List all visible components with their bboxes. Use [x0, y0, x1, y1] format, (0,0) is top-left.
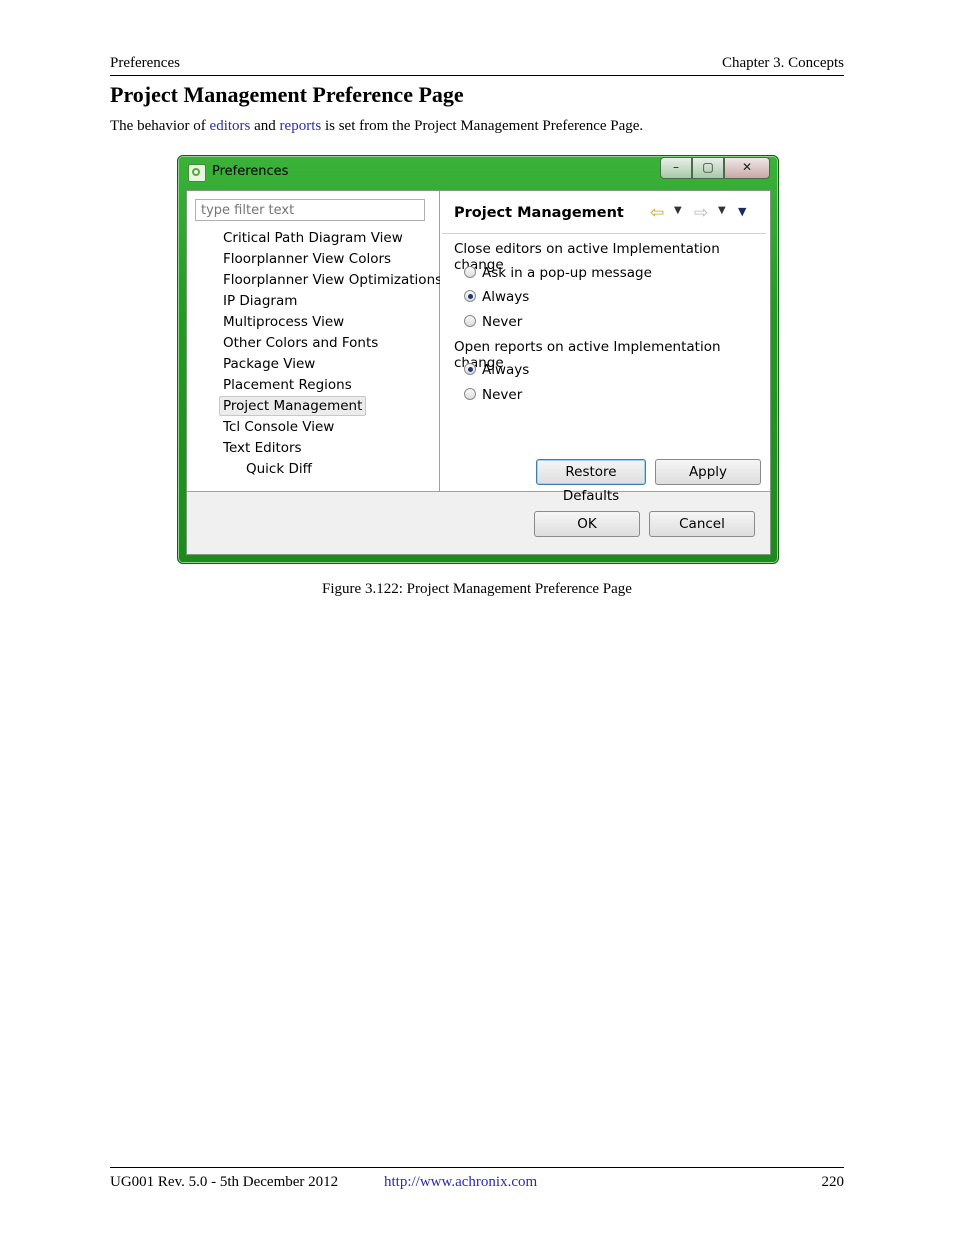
radio-label: Never [482, 314, 523, 330]
back-arrow-icon[interactable]: ⇦ [650, 203, 664, 223]
apply-button[interactable]: Apply [655, 459, 761, 485]
caption-buttons: – ▢ ✕ [660, 157, 770, 179]
footer-doc-id: UG001 Rev. 5.0 - 5th December 2012 [110, 1174, 339, 1190]
forward-menu-chevron-icon[interactable]: ▼ [718, 205, 726, 216]
preference-page-pane: Project Management ⇦ ▼ ⇨ ▼ ▼ Close edito… [440, 191, 770, 504]
tree-item-placement-regions[interactable]: Placement Regions [220, 376, 355, 394]
tree-item-tcl-console-view[interactable]: Tcl Console View [220, 418, 337, 436]
radio-label: Always [482, 289, 530, 305]
radio-label: Never [482, 387, 523, 403]
open-reports-never-radio[interactable]: Never [464, 387, 522, 403]
title-separator [442, 233, 766, 234]
radio-on-icon [464, 290, 476, 302]
radio-on-icon [464, 363, 476, 375]
intro-text-pre: The behavior of [110, 118, 210, 134]
cancel-button[interactable]: Cancel [649, 511, 755, 537]
preference-tree-pane: Critical Path Diagram View Floorplanner … [187, 191, 442, 492]
forward-arrow-icon[interactable]: ⇨ [694, 203, 708, 223]
tree-item-floorplanner-colors[interactable]: Floorplanner View Colors [220, 250, 394, 268]
section-title: Project Management Preference Page [110, 82, 464, 107]
tree-item-multiprocess-view[interactable]: Multiprocess View [220, 313, 347, 331]
page-number: 220 [821, 1174, 845, 1190]
footer-rule [110, 1167, 844, 1168]
back-menu-chevron-icon[interactable]: ▼ [674, 205, 682, 216]
intro-text-mid: and [250, 118, 280, 134]
tree-item-quick-diff[interactable]: Quick Diff [243, 460, 315, 478]
radio-off-icon [464, 388, 476, 400]
intro-paragraph: The behavior of editors and reports is s… [110, 118, 643, 135]
open-reports-always-radio[interactable]: Always [464, 362, 529, 378]
filter-input[interactable] [195, 199, 425, 221]
close-editors-always-radio[interactable]: Always [464, 289, 529, 305]
close-button[interactable]: ✕ [724, 157, 770, 179]
intro-text-post: is set from the Project Management Prefe… [321, 118, 644, 134]
tree-item-package-view[interactable]: Package View [220, 355, 318, 373]
preferences-window: Preferences – ▢ ✕ Critical Path Diagram … [177, 155, 779, 564]
minimize-button[interactable]: – [660, 157, 692, 179]
app-icon [188, 164, 206, 182]
header-rule [110, 75, 844, 76]
running-header-left: Preferences [110, 55, 180, 71]
view-menu-icon[interactable]: ▼ [738, 205, 746, 218]
radio-label: Always [482, 362, 530, 378]
maximize-button[interactable]: ▢ [692, 157, 724, 179]
tree-item-text-editors[interactable]: Text Editors [220, 439, 305, 457]
editors-link[interactable]: editors [210, 118, 251, 134]
close-editors-ask-radio[interactable]: Ask in a pop-up message [464, 265, 652, 281]
window-title: Preferences [212, 164, 289, 179]
tree-item-ip-diagram[interactable]: IP Diagram [220, 292, 300, 310]
radio-label: Ask in a pop-up message [482, 265, 652, 281]
radio-off-icon [464, 266, 476, 278]
figure-caption: Figure 3.122: Project Management Prefere… [322, 581, 632, 597]
footer-website-link[interactable]: http://www.achronix.com [384, 1174, 537, 1191]
dialog-client: Critical Path Diagram View Floorplanner … [186, 190, 771, 555]
restore-defaults-button[interactable]: Restore Defaults [536, 459, 646, 504]
reports-link[interactable]: reports [280, 118, 322, 134]
running-header-right: Chapter 3. Concepts [721, 55, 844, 71]
close-editors-never-radio[interactable]: Never [464, 314, 522, 330]
ok-button[interactable]: OK [534, 511, 640, 537]
radio-off-icon [464, 315, 476, 327]
tree-item-other-colors-fonts[interactable]: Other Colors and Fonts [220, 334, 381, 352]
tree-item-critical-path[interactable]: Critical Path Diagram View [220, 229, 406, 247]
page-title: Project Management [454, 205, 624, 221]
tree-item-floorplanner-optimizations[interactable]: Floorplanner View Optimizations [220, 271, 445, 289]
tree-item-project-management[interactable]: Project Management [219, 396, 367, 416]
